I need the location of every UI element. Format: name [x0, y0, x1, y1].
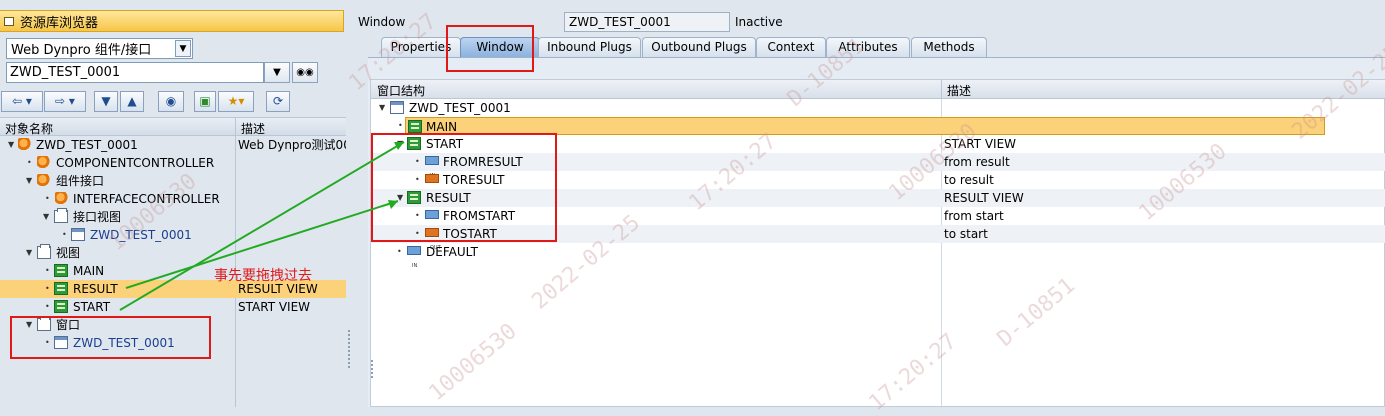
back-arrow-icon[interactable]: ⇦ ▾ [1, 91, 43, 112]
tab-inbound-plugs[interactable]: Inbound Plugs [538, 37, 641, 57]
refresh-icon[interactable]: ⟳ [266, 91, 290, 112]
tree-node-component[interactable]: ▼ ZWD_TEST_0001 Web Dynpro测试00 [0, 136, 351, 154]
expand-icon[interactable]: ▲ [120, 91, 144, 112]
bullet-icon: • [62, 230, 67, 239]
expand-triangle-icon[interactable]: ▼ [26, 172, 32, 190]
tree-node-interface-view[interactable]: • ZWD_TEST_0001 [0, 226, 346, 244]
tree-node-label: START [73, 300, 111, 314]
panel-splitter[interactable] [346, 0, 354, 407]
tree-node-label: 接口视图 [73, 210, 122, 224]
grid-row-default[interactable]: • IN DEFAULT [371, 243, 1385, 269]
column-header-desc[interactable]: 描述 [947, 82, 971, 99]
forward-arrow-icon[interactable]: ⇨ ▾ [44, 91, 86, 112]
object-name-input[interactable]: ZWD_TEST_0001 [6, 62, 264, 83]
tree-node-label: COMPONENTCONTROLLER [56, 156, 215, 170]
column-header-name[interactable]: 对象名称 [5, 120, 53, 137]
view-icon [54, 300, 68, 313]
binoculars-icon[interactable]: ◉ [158, 91, 184, 112]
bullet-icon: • [45, 302, 50, 311]
navigation-toolbar: ⇦ ▾ ⇨ ▾ ▼ ▲ ◉ ▣ ★▾ ⟳ [0, 91, 346, 113]
tab-methods[interactable]: Methods [911, 37, 987, 57]
expand-triangle-icon[interactable]: ▼ [8, 136, 14, 154]
window-structure-grid: 窗口结构 描述 ▼ ZWD_TEST_0001 • MAIN ▼ START S… [370, 79, 1385, 408]
bullet-icon: • [45, 266, 50, 275]
window-field-label: Window [358, 15, 406, 29]
grid-header: 窗口结构 描述 [371, 80, 1385, 99]
repository-browser-titlebar[interactable]: 资源库浏览器 [0, 10, 344, 32]
grid-node-desc: from start [944, 209, 1004, 223]
inbound-plug-icon: IN [407, 246, 421, 269]
column-header-structure[interactable]: 窗口结构 [377, 82, 425, 99]
plug-icon-label: IN [412, 263, 418, 269]
bullet-icon: • [27, 158, 32, 167]
grid-row-window[interactable]: ▼ ZWD_TEST_0001 [371, 99, 1385, 117]
dropdown-button[interactable]: ▼ [264, 62, 290, 83]
annotation-text: 事先要拖拽过去 [214, 268, 312, 284]
view-icon [54, 264, 68, 277]
tree-node-label: ZWD_TEST_0001 [36, 138, 138, 152]
grid-node-desc: to result [944, 173, 994, 187]
view-icon [408, 120, 422, 133]
window-icon [71, 228, 85, 241]
window-status: Inactive [735, 15, 783, 29]
window-name-field: ZWD_TEST_0001 [564, 12, 730, 32]
grid-node-desc: to start [944, 227, 988, 241]
annotation-box-window-tab [446, 25, 534, 72]
tree-node-label: RESULT [73, 282, 118, 296]
hierarchy-icon[interactable]: ▣ [194, 91, 216, 112]
collapse-icon[interactable]: ▼ [94, 91, 118, 112]
bullet-icon: • [45, 194, 50, 203]
chevron-down-icon[interactable]: ▼ [175, 40, 191, 57]
bullet-icon: • [45, 284, 50, 293]
grid-node-label: DEFAULT [426, 245, 478, 259]
tree-node-view-start[interactable]: • START START VIEW [0, 298, 346, 316]
object-type-select[interactable]: Web Dynpro 组件/接口 ▼ [6, 38, 193, 59]
tree-node-label: 组件接口 [56, 174, 105, 188]
expand-triangle-icon[interactable]: ▼ [43, 208, 49, 226]
column-divider [941, 80, 942, 99]
resize-grip[interactable] [371, 360, 373, 380]
tree-node-label: MAIN [73, 264, 105, 278]
annotation-box-window [10, 316, 211, 359]
tree-node-desc: START VIEW [238, 300, 311, 314]
grid-node-label: ZWD_TEST_0001 [409, 101, 511, 115]
object-name-value: ZWD_TEST_0001 [10, 65, 121, 80]
expand-triangle-icon[interactable]: ▼ [379, 99, 385, 117]
column-divider [235, 118, 236, 135]
grid-node-desc: RESULT VIEW [944, 191, 1024, 205]
view-icon [54, 282, 68, 295]
controller-icon [37, 156, 51, 169]
tree-node-desc: Web Dynpro测试00 [238, 138, 351, 152]
bullet-icon: • [397, 247, 402, 256]
tree-node-componentcontroller[interactable]: • COMPONENTCONTROLLER [0, 154, 346, 172]
expand-triangle-icon[interactable]: ▼ [26, 244, 32, 262]
tree-node-views[interactable]: ▼ 视图 [0, 244, 346, 262]
annotation-box-views [371, 133, 557, 242]
window-icon [390, 101, 404, 114]
component-icon [18, 138, 32, 151]
interface-icon [37, 174, 51, 187]
tab-outbound-plugs[interactable]: Outbound Plugs [642, 37, 756, 57]
panel-title: 资源库浏览器 [20, 15, 99, 31]
column-header-desc[interactable]: 描述 [241, 120, 265, 137]
star-favorites-icon[interactable]: ★▾ [218, 91, 254, 112]
object-tree-header: 对象名称 描述 [0, 117, 346, 136]
controller-icon [55, 192, 69, 205]
glasses-display-button[interactable]: ◉◉ [292, 62, 318, 83]
folder-icon [4, 16, 14, 26]
tab-context[interactable]: Context [756, 37, 826, 57]
tree-node-label: 视图 [56, 246, 81, 260]
object-type-value: Web Dynpro 组件/接口 [11, 43, 152, 58]
folder-icon [54, 208, 68, 223]
folder-icon [37, 244, 51, 259]
